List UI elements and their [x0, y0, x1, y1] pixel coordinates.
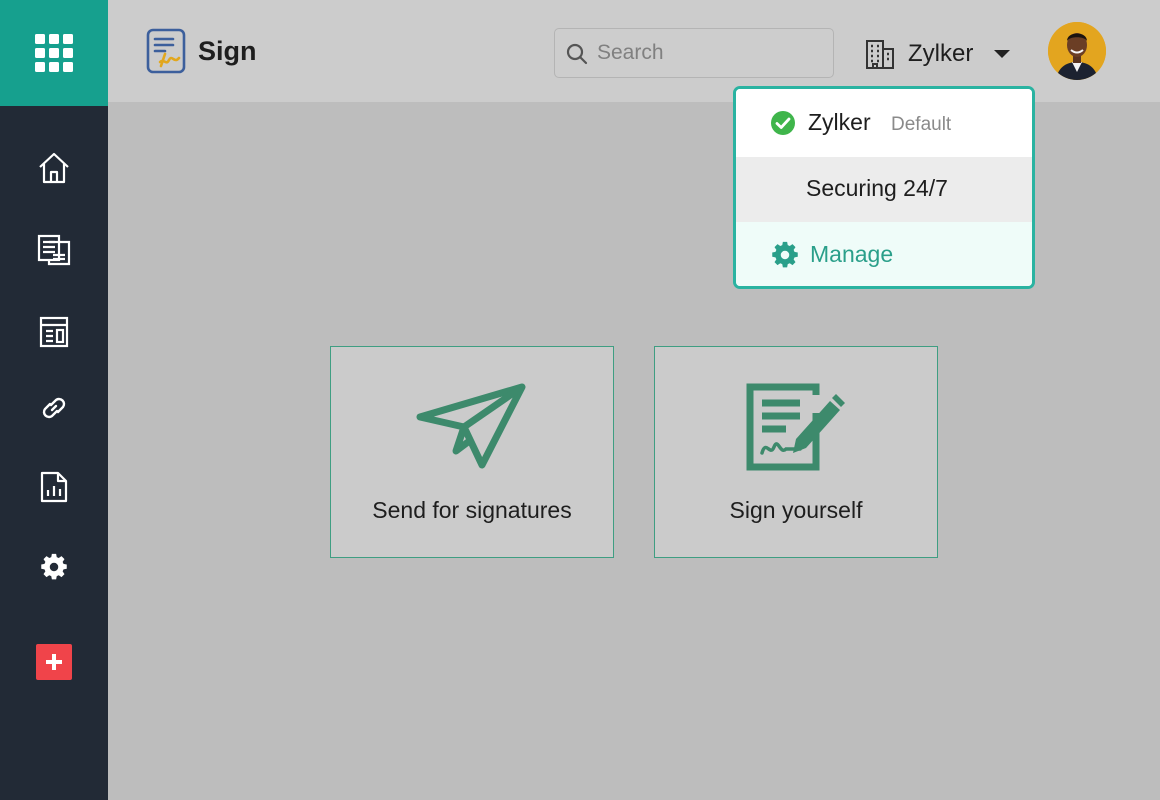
search-box[interactable]: [554, 28, 834, 78]
user-avatar[interactable]: [1048, 22, 1106, 80]
org-option-name: Securing 24/7: [806, 175, 948, 201]
templates-icon: [39, 316, 69, 348]
sign-logo-icon: [146, 28, 186, 74]
app-title: Sign: [198, 36, 257, 66]
org-dropdown: Zylker Default Securing 24/7 Manage: [733, 86, 1035, 289]
org-option-securing[interactable]: Securing 24/7: [736, 157, 1032, 222]
caret-down-icon: [994, 50, 1011, 58]
sidebar-item-links[interactable]: [0, 378, 108, 438]
home-icon: [39, 152, 69, 184]
sign-yourself-label: Sign yourself: [729, 497, 863, 523]
send-for-signatures-card[interactable]: Send for signatures: [330, 346, 614, 558]
manage-orgs-button[interactable]: Manage: [736, 222, 1032, 286]
search-input[interactable]: [597, 38, 822, 68]
paper-plane-icon: [416, 383, 526, 469]
sidebar-item-reports[interactable]: [0, 457, 108, 517]
app-switcher-button[interactable]: [0, 0, 108, 106]
default-badge: Default: [891, 114, 952, 135]
sidebar-item-home[interactable]: [0, 138, 108, 198]
user-photo: [1048, 22, 1106, 80]
sidebar-item-settings[interactable]: [0, 537, 108, 597]
org-option-zylker[interactable]: Zylker Default: [736, 89, 1032, 157]
sign-document-icon: [746, 383, 845, 471]
building-icon: [866, 40, 894, 69]
sign-yourself-card[interactable]: Sign yourself: [654, 346, 938, 558]
send-for-signatures-label: Send for signatures: [372, 497, 572, 523]
org-switcher-label: Zylker: [908, 40, 974, 67]
search-icon: [566, 43, 588, 65]
add-button[interactable]: [36, 644, 72, 680]
documents-icon: [37, 234, 71, 266]
reports-icon: [40, 471, 68, 503]
manage-label: Manage: [810, 241, 894, 267]
org-switcher[interactable]: Zylker: [864, 34, 1011, 74]
sidebar-item-documents[interactable]: [0, 220, 108, 280]
link-icon: [42, 397, 66, 419]
gear-icon: [772, 241, 798, 268]
sidebar-item-templates[interactable]: [0, 302, 108, 362]
org-option-name: Zylker: [808, 109, 871, 135]
sidebar: [0, 0, 108, 800]
grid-icon: [35, 34, 73, 72]
gear-icon: [41, 553, 67, 580]
plus-icon: [46, 654, 62, 670]
check-circle-icon: [771, 111, 795, 135]
